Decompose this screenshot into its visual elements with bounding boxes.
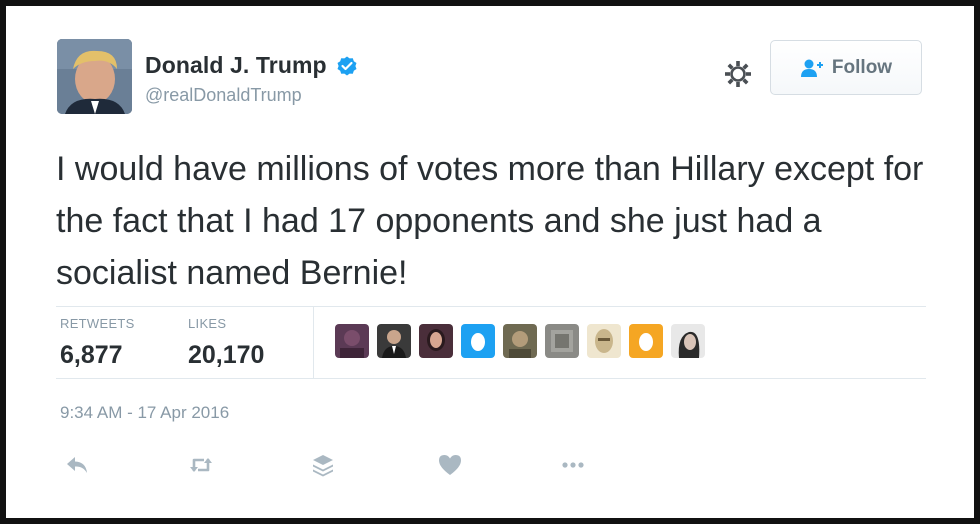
liker-avatar-5-image [503, 324, 537, 358]
liker-avatar-6[interactable] [545, 324, 579, 358]
egg-avatar-icon [461, 324, 495, 358]
likes-count: 20,170 [188, 341, 265, 369]
liker-avatar-2[interactable] [377, 324, 411, 358]
tweet-timestamp[interactable]: 9:34 AM - 17 Apr 2016 [60, 403, 229, 423]
default-egg-avatar[interactable] [461, 324, 495, 358]
liker-avatar-2-image [377, 324, 411, 358]
add-user-icon [800, 59, 823, 77]
tweet-text: I would have millions of votes more than… [56, 150, 924, 292]
buffer-icon[interactable] [310, 452, 336, 478]
author-name[interactable]: Donald J. Trump [145, 52, 327, 79]
liker-avatar-6-image [545, 324, 579, 358]
author-avatar[interactable] [57, 39, 132, 114]
liker-avatar-9[interactable] [671, 324, 705, 358]
verified-badge-icon [337, 56, 357, 75]
retweets-stat[interactable]: RETWEETS 6,877 [60, 316, 135, 370]
author-name-row: Donald J. Trump [145, 52, 359, 79]
follow-label: Follow [831, 56, 893, 78]
likes-label: LIKES [188, 316, 227, 331]
tweet-actions [0, 452, 980, 478]
reply-icon[interactable] [64, 452, 90, 478]
liker-avatar-3[interactable] [419, 324, 453, 358]
retweets-label: RETWEETS [60, 316, 135, 331]
default-egg-avatar[interactable] [629, 324, 663, 358]
liker-avatar-7-image [587, 324, 621, 358]
stats-top-divider [56, 306, 926, 307]
more-icon[interactable] [560, 452, 586, 478]
like-icon[interactable] [437, 452, 463, 478]
stats-separator [313, 306, 314, 378]
stats-bottom-divider [56, 378, 926, 379]
liker-avatar-1[interactable] [335, 324, 369, 358]
liker-avatars [335, 324, 705, 358]
egg-avatar-icon [629, 324, 663, 358]
author-handle[interactable]: @realDonaldTrump [145, 85, 302, 106]
author-avatar-image [57, 39, 132, 114]
liker-avatar-7[interactable] [587, 324, 621, 358]
liker-avatar-1-image [335, 324, 369, 358]
follow-button[interactable]: Follow [770, 40, 922, 95]
likes-stat[interactable]: LIKES 20,170 [188, 316, 264, 370]
gear-icon[interactable] [722, 58, 754, 90]
retweets-count: 6,877 [60, 341, 123, 369]
retweet-icon[interactable] [188, 452, 214, 478]
liker-avatar-3-image [419, 324, 453, 358]
liker-avatar-9-image [671, 324, 705, 358]
liker-avatar-5[interactable] [503, 324, 537, 358]
